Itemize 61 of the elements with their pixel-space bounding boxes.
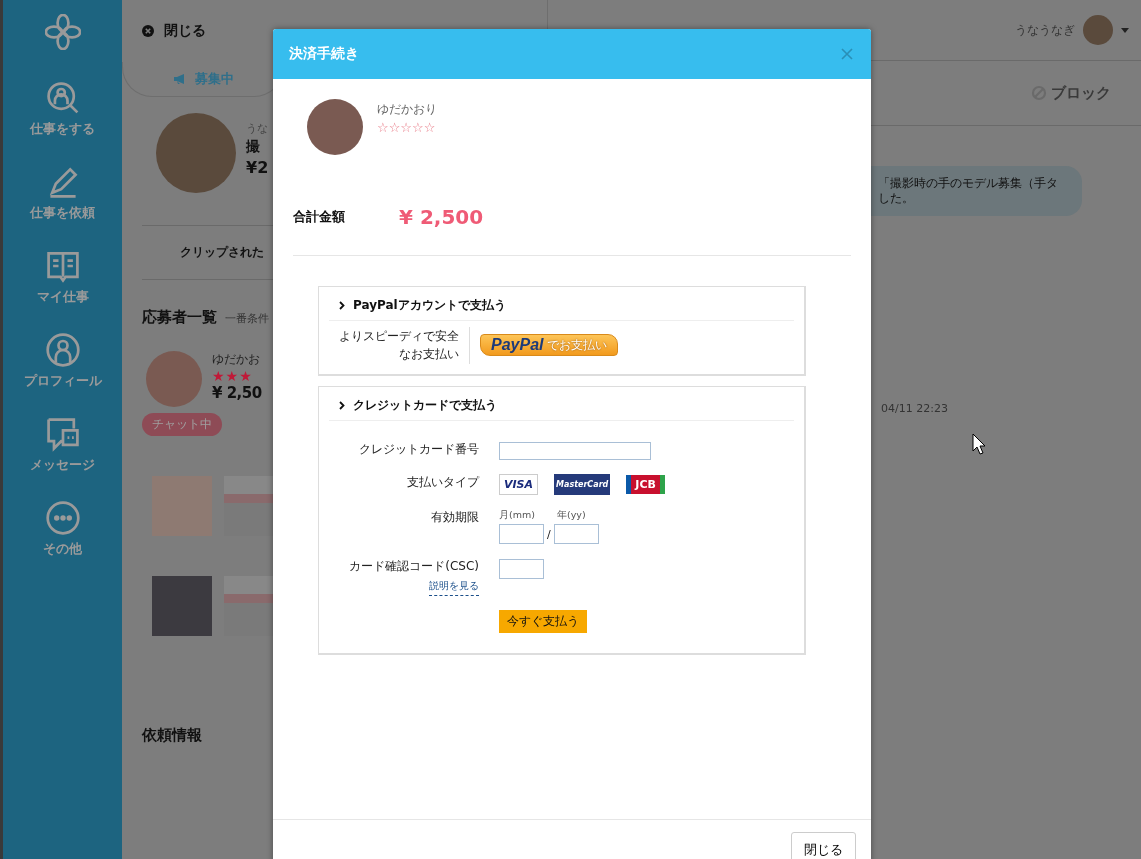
total-label: 合計金額 [293, 208, 346, 226]
card-number-field[interactable] [499, 442, 651, 461]
field-label: 年(yy) [557, 509, 587, 523]
timestamp: 04/11 22:23 [881, 402, 949, 415]
sidebar-item[interactable]: 仕事をする [30, 80, 95, 138]
applicant-name: ゆだかお [212, 351, 261, 368]
chevron-icon [339, 400, 345, 410]
sidebar-item[interactable]: プロフィール [23, 332, 102, 390]
section-heading: 応募者一覧 [142, 308, 217, 327]
field-label: 月(mm) [499, 509, 536, 523]
star-rating: ☆☆☆☆☆ [377, 120, 437, 135]
card-brand-logo: VISA [499, 474, 539, 496]
sidebar-item[interactable]: メッセージ [30, 416, 95, 474]
field-label: カード確認コード(CSC) [349, 558, 479, 576]
close-button[interactable]: 閉じる [791, 831, 856, 859]
message-text: 「撮影時の手のモデル募集（手タ [878, 176, 1059, 191]
avatar-placeholder[interactable] [1083, 15, 1113, 45]
field-label: 支払いタイプ [406, 474, 479, 492]
section-heading[interactable]: クレジットカードで支払う [353, 396, 497, 414]
sidebar-item[interactable]: 仕事を依頼 [30, 164, 95, 222]
search-person-icon [44, 80, 81, 116]
csc-field[interactable] [499, 558, 544, 579]
help-link[interactable]: 説明を見る [429, 579, 479, 597]
person-icon [44, 332, 81, 368]
card-brand-logo: MasterCard [554, 474, 611, 496]
section-heading[interactable]: PayPalアカウントで支払う [353, 297, 506, 314]
field-label: 有効期限 [430, 509, 479, 527]
message-text: した。 [878, 191, 915, 206]
close-link[interactable]: 閉じる [142, 22, 206, 40]
pay-now-button[interactable]: 今すぐ支払う [499, 610, 587, 634]
status-badge: チャット中 [142, 413, 222, 436]
sidebar-item[interactable]: マイ仕事 [36, 248, 89, 306]
paypal-button[interactable]: PayPal でお支払い [480, 334, 619, 357]
date-separator: / [547, 527, 551, 541]
card-brand-logo: JCB [626, 475, 665, 495]
field-label: クレジットカード番号 [358, 440, 479, 458]
year-field[interactable] [553, 524, 599, 545]
paypal-description: よりスピーディで安全なお支払い [329, 327, 470, 364]
mouse-pointer-icon [972, 433, 986, 455]
section-heading: 依頼情報 [142, 726, 202, 745]
photo-placeholder [152, 576, 212, 636]
close-button[interactable] [839, 46, 855, 62]
close-icon [142, 25, 154, 37]
caret-icon[interactable] [1121, 27, 1129, 33]
megaphone-icon [172, 73, 187, 85]
user-name: うなうなぎ [1015, 21, 1075, 39]
applicant-price: ¥ 2,50 [212, 384, 262, 402]
photo-placeholder [307, 99, 363, 155]
clover-logo-icon[interactable] [44, 14, 81, 50]
chat-icon [44, 416, 81, 452]
chevron-icon [339, 301, 345, 310]
sidebar-item[interactable]: その他 [43, 500, 82, 558]
more-icon [44, 500, 81, 536]
user-name: ゆだかおり [377, 101, 437, 118]
photo-placeholder [146, 351, 202, 407]
block-button[interactable]: ブロック [1031, 83, 1111, 103]
dialog-title: 決済手続き [289, 45, 359, 63]
star-rating: ★★★ [212, 368, 254, 384]
month-field[interactable] [499, 524, 544, 545]
job-price: ¥2 [246, 158, 269, 177]
job-title: 撮 [246, 138, 261, 156]
